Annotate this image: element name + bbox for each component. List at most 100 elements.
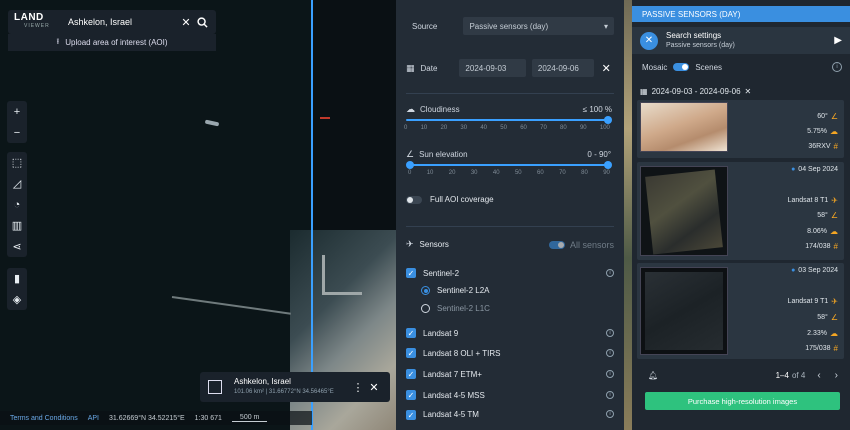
more-vertical-icon[interactable]: ⋮ — [350, 379, 366, 395]
tick-label: 20 — [440, 125, 448, 131]
upload-aoi-button[interactable]: ⭱ Upload area of interest (AOI) — [8, 34, 216, 51]
date-to-input[interactable]: 2024-09-06 — [531, 59, 595, 77]
search-icon[interactable] — [194, 14, 210, 30]
radio-icon[interactable] — [421, 304, 430, 313]
api-link[interactable]: API — [88, 415, 99, 422]
info-icon[interactable]: i — [606, 269, 614, 277]
close-icon[interactable]: ✕ — [640, 31, 658, 50]
scene-card[interactable]: ● 03 Sep 2024 Landsat 9 T1 ✈ 58° ∠ 2.33% ☁ 1… — [637, 263, 844, 359]
search-settings-bar[interactable]: ✕ Search settings Passive sensors (day) … — [632, 27, 850, 54]
sun-elevation-label: Sun elevation — [419, 150, 468, 159]
checkbox-icon[interactable]: ✓ — [406, 410, 416, 420]
terms-link[interactable]: Terms and Conditions — [10, 415, 78, 422]
scene-card[interactable]: 60° ∠ 5.75% ☁ 36RXV # — [637, 100, 844, 158]
aoi-meta: 101.06 km² | 31.66772°N 34.56465°E — [234, 389, 334, 395]
clear-date-icon[interactable]: ✕ — [598, 60, 614, 76]
tick-label: 20 — [448, 170, 456, 176]
aoi-card[interactable]: Ashkelon, Israel 101.06 km² | 31.66772°N… — [200, 372, 390, 402]
scene-card[interactable]: ● 04 Sep 2024 Landsat 8 T1 ✈ 58° ∠ 8.06% ☁ 1… — [637, 162, 844, 260]
zoom-out-button[interactable]: − — [7, 122, 27, 143]
checkbox-icon[interactable]: ✓ — [406, 369, 416, 379]
tick-label: 10 — [426, 170, 434, 176]
info-icon[interactable]: i — [606, 349, 614, 357]
zoom-in-button[interactable]: + — [7, 101, 27, 122]
draw-aoi-icon[interactable]: ⬚ — [7, 152, 27, 173]
sun-elevation-min-handle[interactable] — [406, 161, 414, 169]
share-icon[interactable]: ⋖ — [7, 236, 27, 257]
close-icon[interactable]: ✕ — [178, 14, 194, 30]
layers-icon[interactable]: ▥ — [7, 215, 27, 236]
tick-label: 80 — [560, 125, 567, 131]
info-icon[interactable]: i — [606, 329, 614, 337]
clear-date-range-icon[interactable]: ✕ — [745, 87, 752, 96]
bell-icon[interactable]: 🔔︎ — [648, 371, 658, 380]
analytics-tools: ▮ ◈ — [7, 268, 27, 310]
chart-icon[interactable]: ▮ — [7, 268, 27, 289]
location-title[interactable]: Ashkelon, Israel — [68, 17, 178, 27]
date-from-input[interactable]: 2024-09-03 — [459, 59, 526, 77]
source-select[interactable]: Passive sensors (day) ▾ — [463, 17, 614, 35]
tick-label: 50 — [500, 125, 507, 131]
scene-thumbnail[interactable] — [640, 102, 728, 152]
purchase-button[interactable]: Purchase high-resolution images — [645, 392, 840, 410]
scene-thumbnail[interactable] — [640, 267, 728, 355]
tick-label: 60 — [520, 125, 527, 131]
radio-selected-icon[interactable] — [421, 286, 430, 295]
info-icon[interactable]: i — [606, 391, 614, 399]
scene-thumbnail[interactable] — [640, 166, 728, 256]
sensor-item-landsat-9[interactable]: ✓ Landsat 9 i — [396, 328, 624, 338]
all-sensors-toggle[interactable] — [548, 240, 565, 249]
mosaic-scenes-toggle[interactable] — [673, 63, 690, 71]
info-icon[interactable]: i — [606, 410, 614, 418]
tick-label: 90 — [603, 170, 610, 176]
harbor-imagery — [322, 255, 362, 295]
map-marker — [320, 117, 330, 119]
cloud-icon: ☁ — [830, 227, 838, 236]
sensor-item-landsat-7[interactable]: ✓ Landsat 7 ETM+ i — [396, 369, 624, 379]
prev-page-icon[interactable]: ‹ — [817, 370, 820, 381]
cube-icon[interactable]: ◈ — [7, 289, 27, 310]
sensor-item-sentinel-2[interactable]: ✓ Sentinel-2 i — [396, 268, 624, 278]
map-imagery-strip — [624, 0, 632, 430]
date-label: Date — [420, 63, 438, 73]
cloudiness-label: Cloudiness — [420, 105, 460, 114]
tick-label: 80 — [581, 170, 588, 176]
sun-elevation-icon: ∠ — [830, 112, 838, 121]
tick-label: 50 — [514, 170, 522, 176]
sensor-item-sentinel-2-l1c[interactable]: Sentinel-2 L1C — [396, 304, 624, 313]
measure-icon[interactable]: ◿ — [7, 173, 27, 194]
close-icon[interactable]: ✕ — [366, 379, 382, 395]
checkbox-icon[interactable]: ✓ — [406, 328, 416, 338]
sun-elevation-max-handle[interactable] — [604, 161, 612, 169]
upload-icon: ⭱ — [56, 36, 60, 46]
compare-divider[interactable] — [311, 0, 313, 430]
play-icon[interactable]: ▶ — [834, 35, 842, 46]
satellite-icon: ✈ — [831, 297, 838, 306]
info-icon[interactable]: i — [832, 62, 842, 72]
sun-elevation-slider[interactable] — [406, 161, 612, 169]
checkbox-icon[interactable]: ✓ — [406, 390, 416, 400]
scenes-label: Scenes — [695, 62, 723, 72]
search-settings-title: Search settings — [666, 30, 722, 40]
scale-ratio: 1:30 671 — [194, 414, 222, 422]
search-settings-sub: Passive sensors (day) — [666, 41, 735, 49]
tick-label: 60 — [537, 170, 544, 176]
sensor-item-landsat-4-5-tm[interactable]: ✓ Landsat 4-5 TM i — [396, 410, 624, 422]
date-range-chip: ▦ 2024-09-03 - 2024-09-06 ✕ — [640, 87, 752, 96]
next-page-icon[interactable]: › — [835, 370, 838, 381]
cloudiness-slider[interactable] — [406, 116, 612, 124]
land-viewer-logo[interactable]: LAND VIEWER — [14, 13, 58, 30]
checkbox-icon[interactable]: ✓ — [406, 268, 416, 278]
cloudiness-handle[interactable] — [604, 116, 612, 124]
time-lapse-icon[interactable]: ◔ — [7, 194, 27, 215]
full-aoi-toggle[interactable] — [406, 195, 422, 204]
sun-elevation-icon: ∠ — [406, 149, 415, 159]
checkbox-icon[interactable]: ✓ — [406, 348, 416, 358]
map-status-bar: Terms and Conditions API 31.62669°N 34.5… — [0, 411, 312, 425]
sensor-item-sentinel-2-l2a[interactable]: Sentinel-2 L2A — [396, 286, 624, 295]
sensor-item-landsat-4-5-mss[interactable]: ✓ Landsat 4-5 MSS i — [396, 390, 624, 400]
info-icon[interactable]: i — [606, 370, 614, 378]
cloud-icon: ☁ — [830, 329, 838, 338]
sensor-item-landsat-8[interactable]: ✓ Landsat 8 OLI + TIRS i — [396, 348, 624, 358]
sun-elevation-icon: ∠ — [830, 211, 838, 220]
